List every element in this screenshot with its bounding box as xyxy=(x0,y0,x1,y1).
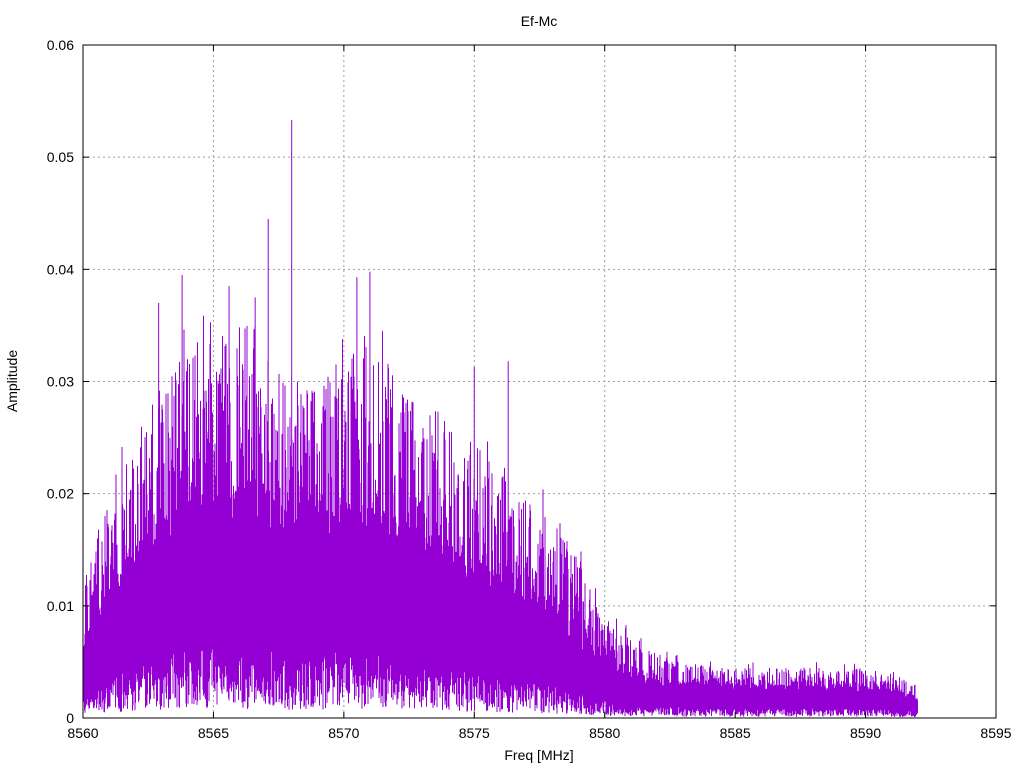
x-tick-label: 8570 xyxy=(328,725,359,741)
x-tick-label: 8585 xyxy=(720,725,751,741)
x-tick-label: 8560 xyxy=(67,725,98,741)
x-axis-label: Freq [MHz] xyxy=(504,747,573,763)
y-tick-label: 0.02 xyxy=(47,486,74,502)
y-tick-label: 0.04 xyxy=(47,261,74,277)
y-tick-label: 0.06 xyxy=(47,37,74,53)
chart-title: Ef-Mc xyxy=(521,13,558,29)
x-tick-label: 8575 xyxy=(459,725,490,741)
spectrum-line xyxy=(82,315,918,717)
y-tick-label: 0.05 xyxy=(47,149,74,165)
y-tick-label: 0 xyxy=(66,710,74,726)
y-tick-label: 0.01 xyxy=(47,598,74,614)
x-tick-label: 8590 xyxy=(850,725,881,741)
spectrum-series xyxy=(82,120,918,717)
chart: 8560 8565 8570 8575 8580 8585 8590 8595 0 0.01 0.0… xyxy=(4,13,1012,763)
x-tick-label: 8565 xyxy=(198,725,229,741)
y-axis-label: Amplitude xyxy=(4,350,20,412)
y-tick-label: 0.03 xyxy=(47,374,74,390)
x-tick-label: 8595 xyxy=(980,725,1011,741)
x-tick-label: 8580 xyxy=(589,725,620,741)
